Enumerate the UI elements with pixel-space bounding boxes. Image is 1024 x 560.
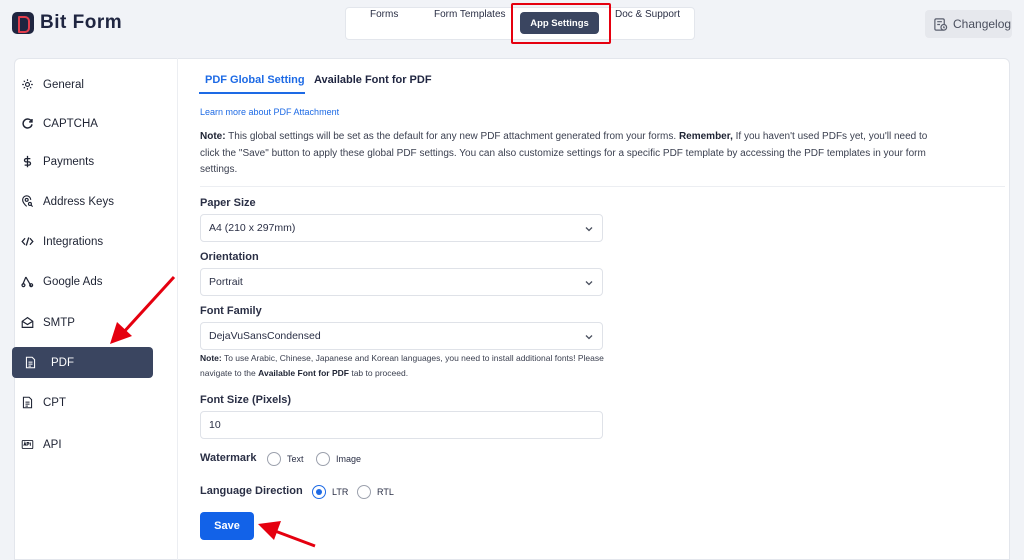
nav-doc-support[interactable]: Doc & Support <box>615 9 680 20</box>
nav-form-templates[interactable]: Form Templates <box>434 9 506 20</box>
highlight-box <box>511 3 611 44</box>
orientation-select[interactable]: Portrait <box>200 268 603 296</box>
sidebar-item-label: CAPTCHA <box>43 117 98 130</box>
bitform-logo-icon <box>12 12 34 34</box>
nav-forms[interactable]: Forms <box>370 9 398 20</box>
direction-rtl-label: RTL <box>377 487 394 497</box>
watermark-text-option[interactable]: Text <box>267 452 304 466</box>
watermark-label: Watermark <box>200 452 257 464</box>
direction-ltr-option[interactable]: LTR <box>312 485 348 499</box>
app-logo[interactable]: Bit Form <box>12 12 122 34</box>
chevron-down-icon <box>585 281 593 286</box>
sidebar-item-captcha[interactable]: CAPTCHA <box>12 108 153 139</box>
font-size-label: Font Size (Pixels) <box>200 394 292 406</box>
radio-button-selected[interactable] <box>312 485 326 499</box>
chevron-down-icon <box>585 227 593 232</box>
chevron-down-icon <box>585 335 593 340</box>
watermark-image-option[interactable]: Image <box>316 452 361 466</box>
envelope-icon <box>21 316 34 328</box>
font-note: Note: To use Arabic, Chinese, Japanese a… <box>200 353 604 378</box>
watermark-image-label: Image <box>336 454 362 464</box>
radio-button[interactable] <box>267 452 281 466</box>
sidebar-item-smtp[interactable]: SMTP <box>12 307 153 338</box>
sidebar-item-google-ads[interactable]: Google Ads <box>12 266 153 297</box>
top-bar: Bit Form Forms Form Templates App Settin… <box>0 0 1024 48</box>
language-direction-label: Language Direction <box>200 485 303 497</box>
gear-icon <box>22 79 33 90</box>
sidebar-item-payments[interactable]: Payments <box>12 146 153 177</box>
api-icon <box>21 439 34 450</box>
font-size-input[interactable]: 10 <box>200 411 603 439</box>
changelog-label: Changelog <box>953 17 1012 31</box>
orientation-label: Orientation <box>200 251 259 263</box>
radio-button[interactable] <box>357 485 371 499</box>
save-button[interactable]: Save <box>200 512 254 540</box>
learn-more-link[interactable]: Learn more about PDF Attachment <box>200 107 339 117</box>
dollar-icon <box>23 155 32 168</box>
sidebar-item-label: API <box>43 438 62 451</box>
paper-size-value: A4 (210 x 297mm) <box>209 222 296 234</box>
sidebar-item-address-keys[interactable]: Address Keys <box>12 186 153 217</box>
pdf-file-icon <box>25 356 36 369</box>
sidebar-item-label: Payments <box>43 155 95 168</box>
tab-available-font[interactable]: Available Font for PDF <box>314 74 432 86</box>
sidebar-item-label: Address Keys <box>43 195 114 208</box>
sidebar-item-label: PDF <box>51 356 74 369</box>
sidebar-item-label: General <box>43 78 84 91</box>
sidebar-item-label: SMTP <box>43 316 75 329</box>
sidebar-item-general[interactable]: General <box>12 69 153 100</box>
active-tab-indicator <box>199 92 305 94</box>
font-family-label: Font Family <box>200 305 262 317</box>
radio-button[interactable] <box>316 452 330 466</box>
orientation-value: Portrait <box>209 276 243 288</box>
divider <box>200 186 1005 187</box>
sidebar-item-integrations[interactable]: Integrations <box>12 226 153 257</box>
code-icon <box>21 237 34 246</box>
tab-pdf-global-setting[interactable]: PDF Global Setting <box>205 74 305 86</box>
sidebar-item-api[interactable]: API <box>12 429 153 460</box>
document-icon <box>22 396 33 409</box>
watermark-text-label: Text <box>287 454 304 464</box>
captcha-icon <box>22 118 33 129</box>
sidebar-item-label: Google Ads <box>43 275 103 288</box>
direction-rtl-option[interactable]: RTL <box>357 485 394 499</box>
font-size-value: 10 <box>209 419 221 431</box>
font-family-value: DejaVuSansCondensed <box>209 330 321 342</box>
sidebar-item-label: Integrations <box>43 235 104 248</box>
app-name: Bit Form <box>40 12 123 33</box>
paper-size-select[interactable]: A4 (210 x 297mm) <box>200 214 603 242</box>
sidebar-item-label: CPT <box>43 396 66 409</box>
direction-ltr-label: LTR <box>332 487 349 497</box>
sidebar-item-cpt[interactable]: CPT <box>12 387 153 418</box>
changelog-icon <box>934 17 948 31</box>
location-key-icon <box>22 195 34 208</box>
google-ads-icon <box>21 276 34 288</box>
sidebar-item-pdf[interactable]: PDF <box>12 347 153 378</box>
global-settings-note: Note: This global settings will be set a… <box>200 131 928 175</box>
paper-size-label: Paper Size <box>200 197 256 209</box>
font-family-select[interactable]: DejaVuSansCondensed <box>200 322 603 350</box>
changelog-button[interactable]: Changelog <box>925 10 1012 38</box>
